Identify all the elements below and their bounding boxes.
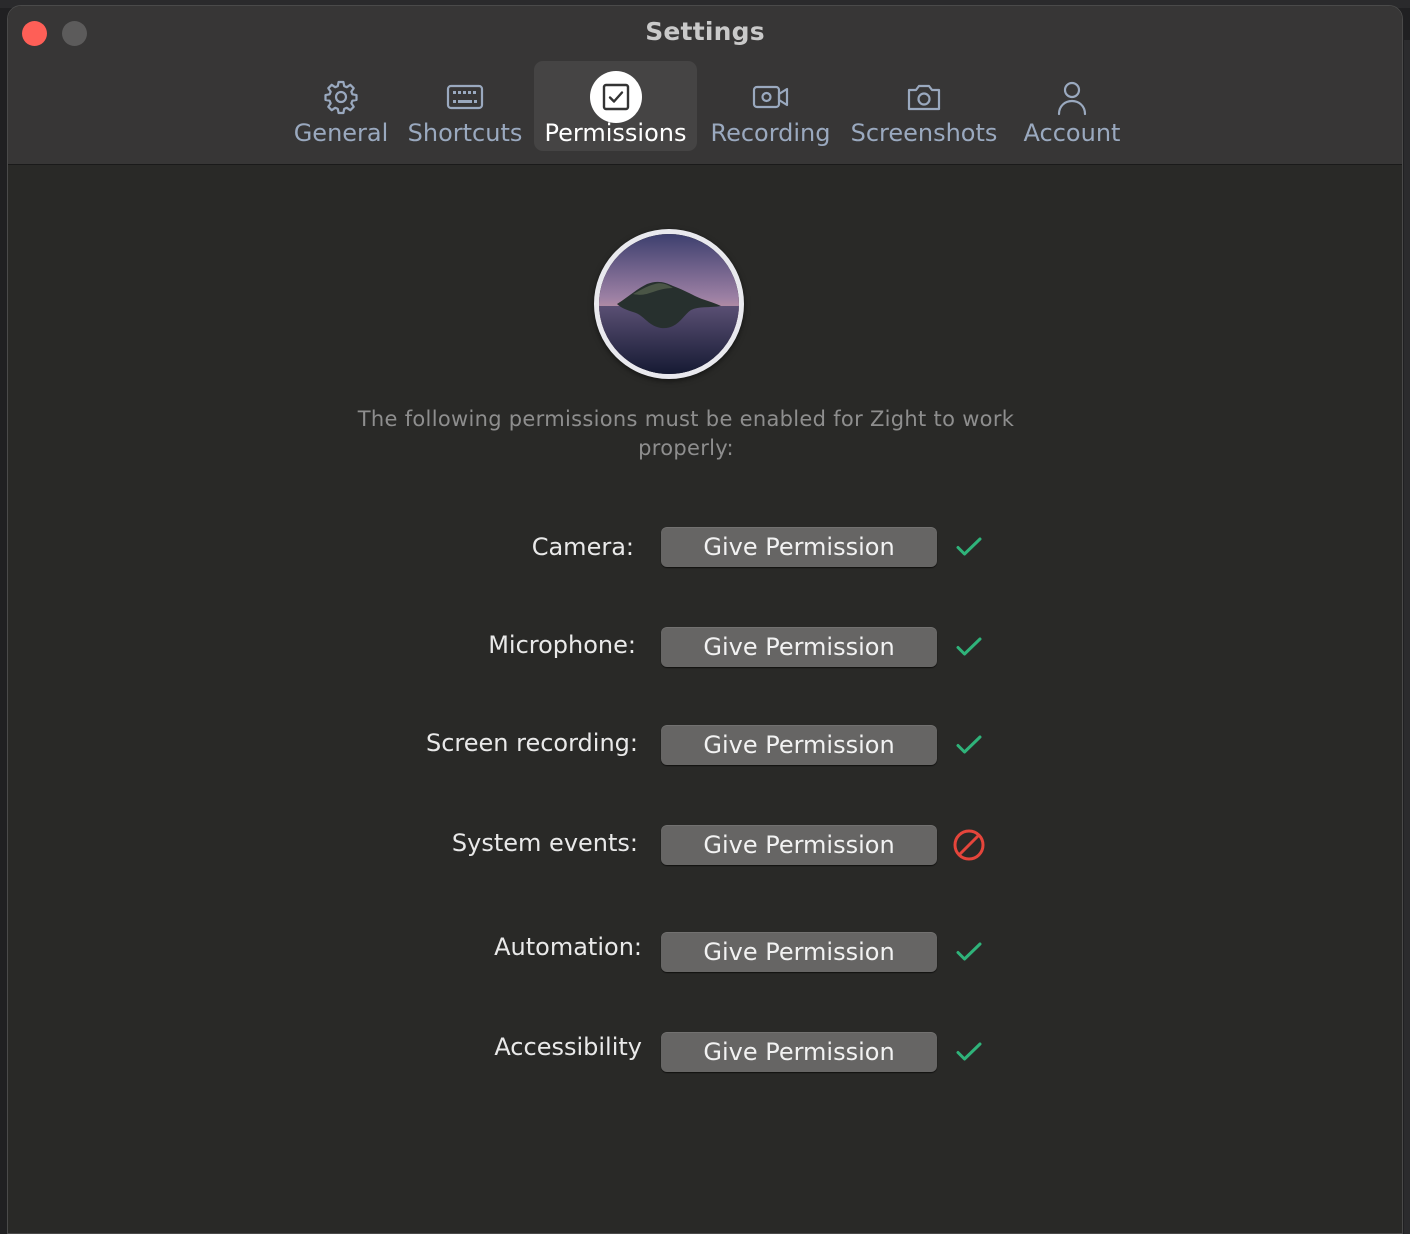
give-permission-camera-button[interactable]: Give Permission — [661, 527, 937, 567]
permission-label-accessibility: Accessibility — [494, 1033, 642, 1061]
permission-label-screen-recording: Screen recording: — [425, 729, 638, 757]
permission-label-automation: Automation: — [494, 933, 642, 961]
tab-account[interactable]: Account — [1012, 61, 1132, 151]
permissions-intro-text: The following permissions must be enable… — [357, 407, 1015, 460]
give-permission-automation-button[interactable]: Give Permission — [661, 932, 937, 972]
tab-permissions[interactable]: Permissions — [534, 61, 697, 151]
permission-label-camera: Camera: — [531, 533, 634, 561]
denied-icon — [953, 829, 985, 861]
video-camera-icon — [752, 85, 788, 109]
gear-icon — [324, 80, 358, 115]
keyboard-icon — [446, 84, 484, 110]
tab-screenshots[interactable]: Screenshots — [844, 61, 1004, 151]
give-permission-screen-recording-button[interactable]: Give Permission — [661, 725, 937, 765]
check-icon — [956, 942, 982, 961]
background-window-edge — [1404, 40, 1410, 1234]
tab-shortcuts[interactable]: Shortcuts — [400, 61, 530, 151]
tab-label: Shortcuts — [407, 119, 523, 147]
check-icon — [956, 637, 982, 656]
tab-recording[interactable]: Recording — [703, 61, 838, 151]
give-permission-system-events-button[interactable]: Give Permission — [661, 825, 937, 865]
tab-label: Permissions — [544, 119, 687, 147]
window-title: Settings — [645, 17, 765, 46]
camera-icon — [907, 84, 941, 111]
tab-label: Recording — [710, 119, 831, 147]
tab-label: Account — [1023, 119, 1121, 147]
give-permission-microphone-button[interactable]: Give Permission — [661, 627, 937, 667]
tab-label: Screenshots — [850, 119, 998, 147]
person-icon — [1057, 81, 1087, 116]
check-icon — [956, 537, 982, 556]
give-permission-accessibility-button[interactable]: Give Permission — [661, 1032, 937, 1072]
tab-general[interactable]: General — [286, 61, 396, 151]
checkbox-icon — [602, 83, 629, 111]
tab-label: General — [293, 119, 389, 147]
permission-label-microphone: Microphone: — [488, 631, 636, 659]
title-bar: Settings General Shortcuts Permissions R… — [8, 6, 1402, 165]
check-icon — [956, 1042, 982, 1061]
permissions-panel: The following permissions must be enable… — [8, 165, 1402, 1233]
app-avatar-image — [594, 229, 744, 379]
check-icon — [956, 735, 982, 754]
permission-label-system-events: System events: — [451, 829, 638, 857]
settings-window: Settings General Shortcuts Permissions R… — [7, 5, 1403, 1234]
